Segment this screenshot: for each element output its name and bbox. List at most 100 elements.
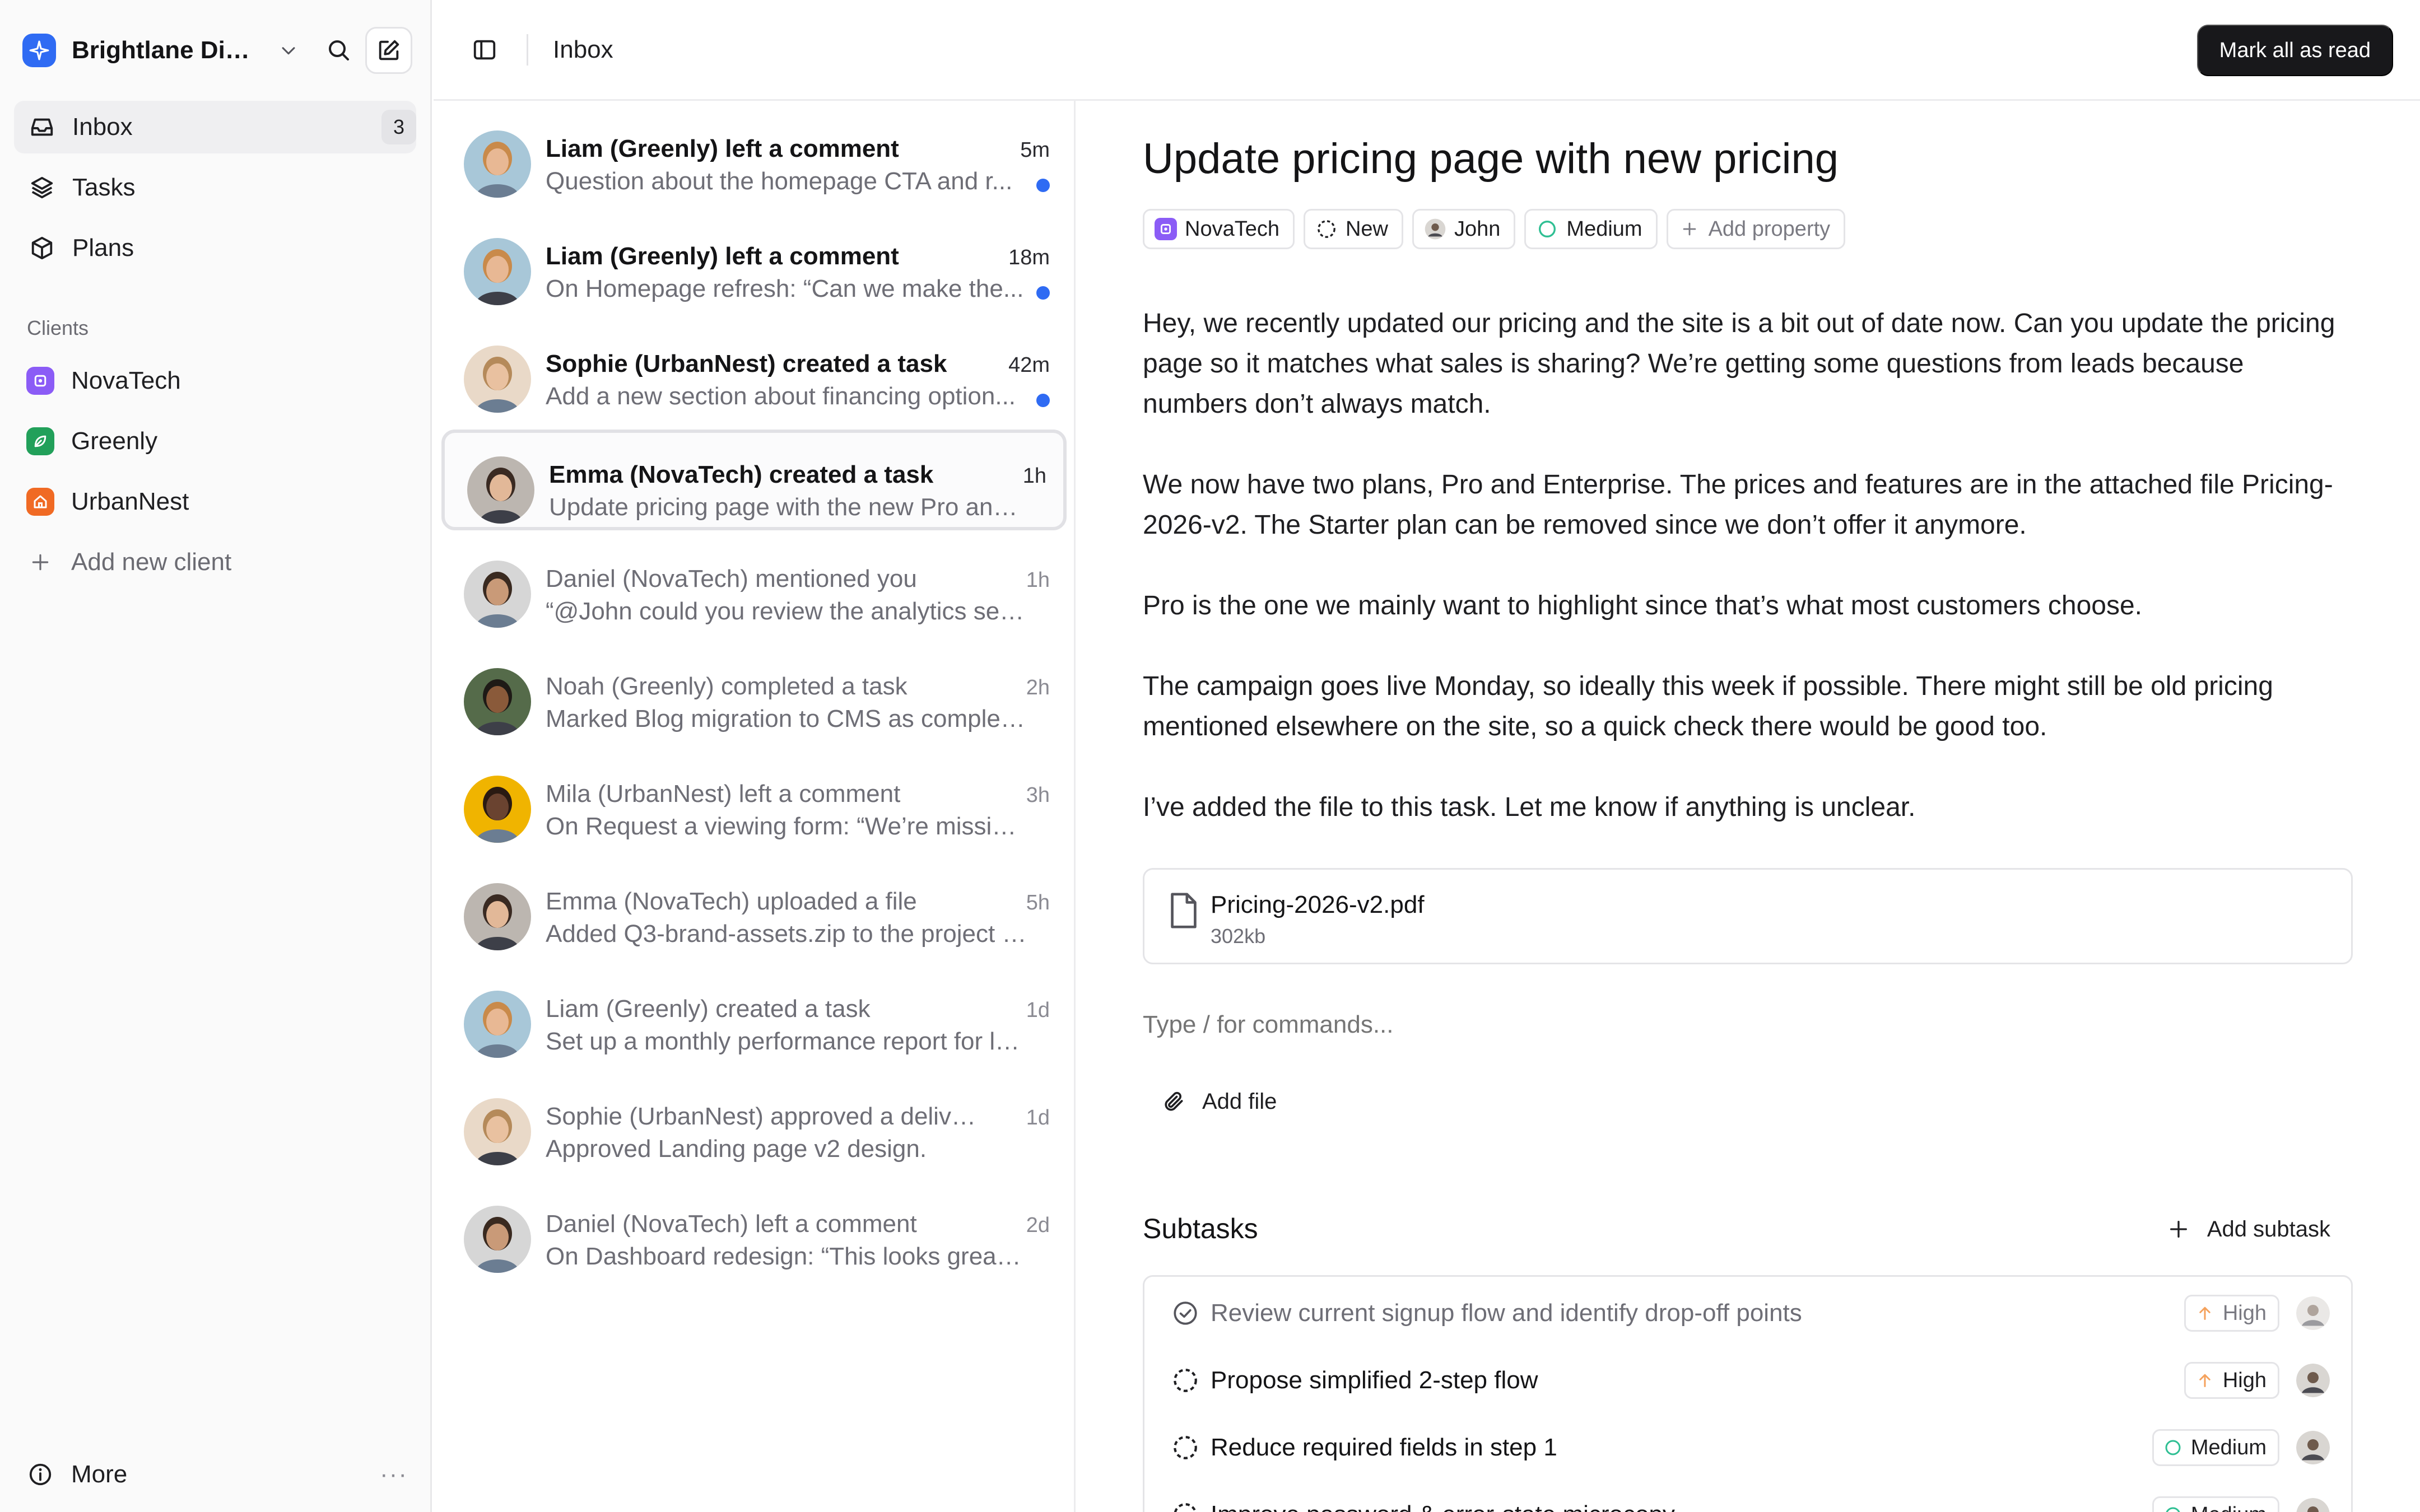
inbox-item-time: 5m <box>1020 138 1050 162</box>
inbox-list-item[interactable]: Daniel (NovaTech) mentioned you 1h “@John … <box>441 537 1067 638</box>
subtask-priority-label: Medium <box>2190 1435 2267 1459</box>
attachment-card[interactable]: Pricing-2026-v2.pdf 302kb <box>1143 868 2353 964</box>
inbox-list-item[interactable]: Liam (Greenly) left a comment 5m Question … <box>441 107 1067 208</box>
medium-priority-icon <box>1536 218 1558 240</box>
priority-property[interactable]: Medium <box>1524 209 1658 249</box>
task-title[interactable]: Update pricing page with new pricing <box>1143 134 1839 183</box>
more-options-icon[interactable]: ··· <box>380 1460 408 1488</box>
inbox-list-item[interactable]: Noah (Greenly) completed a task 2h Marked … <box>441 645 1067 745</box>
inbox-list-item[interactable]: Liam (Greenly) left a comment 18m On Homep… <box>441 214 1067 315</box>
inbox-list-item[interactable]: Sophie (UrbanNest) approved a deliverabl… <box>441 1075 1067 1175</box>
sidebar-item-greenly[interactable]: Greenly <box>14 415 416 468</box>
subtasks-heading: Subtasks <box>1143 1213 1258 1244</box>
inbox-list-item[interactable]: Emma (NovaTech) uploaded a file 5h Added Q… <box>441 860 1067 960</box>
subtask-row[interactable]: Reduce required fields in step 1 Medium <box>1144 1414 2351 1481</box>
subtask-priority-pill[interactable]: Medium <box>2152 1496 2279 1512</box>
inbox-item-preview: Add a new section about financing option… <box>546 382 1016 410</box>
home-icon <box>26 488 54 516</box>
status-dashed-circle-icon[interactable] <box>1171 1434 1199 1462</box>
inbox-list-item[interactable]: Sophie (UrbanNest) created a task 42m Add … <box>441 322 1067 423</box>
client-property[interactable]: NovaTech <box>1143 209 1295 249</box>
subtask-row[interactable]: Review current signup flow and identify … <box>1144 1280 2351 1347</box>
task-description[interactable]: Hey, we recently updated our pricing and… <box>1143 304 2347 868</box>
avatar <box>464 668 531 735</box>
inbox-item-time: 2d <box>1026 1214 1050 1237</box>
chevron-down-icon[interactable] <box>274 36 302 64</box>
info-icon <box>26 1460 54 1488</box>
plus-icon <box>1678 218 1701 240</box>
inbox-item-time: 1d <box>1026 1106 1050 1130</box>
sidebar-toggle-icon[interactable] <box>465 30 504 69</box>
inbox-item-time: 42m <box>1008 353 1050 377</box>
inbox-list-item[interactable]: Emma (NovaTech) created a task 1h Update p… <box>441 430 1067 530</box>
add-property-label: Add property <box>1708 217 1831 241</box>
unread-indicator <box>1036 179 1050 192</box>
inbox-list-item[interactable]: Daniel (NovaTech) left a comment 2d On Das… <box>441 1182 1067 1283</box>
inbox-item-title: Liam (Greenly) created a task <box>546 995 871 1023</box>
subtask-row[interactable]: Improve password & error-state microcopy… <box>1144 1481 2351 1512</box>
sidebar-item-label: Plans <box>72 234 134 262</box>
inbox-item-title: Sophie (UrbanNest) created a task <box>546 350 947 377</box>
workspace-logo-icon[interactable] <box>22 34 56 67</box>
status-dashed-circle-icon[interactable] <box>1171 1501 1199 1512</box>
add-file-button[interactable]: Add file <box>1160 1088 1277 1116</box>
assignee-property[interactable]: John <box>1412 209 1516 249</box>
search-icon[interactable] <box>319 31 359 70</box>
assignee-property-label: John <box>1454 217 1501 241</box>
inbox-list-item[interactable]: Liam (Greenly) created a task 1d Set up a … <box>441 967 1067 1068</box>
subtask-row[interactable]: Propose simplified 2-step flow High <box>1144 1347 2351 1414</box>
avatar[interactable] <box>2296 1498 2330 1512</box>
task-properties: NovaTech New John Medium Add property <box>1143 209 1846 249</box>
client-property-label: NovaTech <box>1185 217 1279 241</box>
unread-indicator <box>1036 286 1050 300</box>
inbox-item-preview: Approved Landing page v2 design. <box>546 1135 927 1163</box>
inbox-item-preview: On Request a viewing form: “We’re missin… <box>546 813 1027 840</box>
sidebar: Brightlane Digi... Inbox 3 Tasks Plans C… <box>0 0 432 1512</box>
subtask-priority-pill[interactable]: Medium <box>2152 1429 2279 1466</box>
inbox-item-preview: Question about the homepage CTA and r... <box>546 167 1013 195</box>
inbox-item-time: 1d <box>1026 998 1050 1022</box>
description-paragraph: I’ve added the file to this task. Let me… <box>1143 792 1916 822</box>
sidebar-item-more[interactable]: More ··· <box>26 1448 408 1501</box>
inbox-item-time: 1h <box>1026 568 1050 592</box>
status-dashed-circle-icon[interactable] <box>1171 1366 1199 1394</box>
sidebar-item-tasks[interactable]: Tasks <box>14 161 416 214</box>
description-paragraph: Pro is the one we mainly want to highlig… <box>1143 591 2142 620</box>
priority-property-label: Medium <box>1566 217 1642 241</box>
arrow-up-icon <box>2195 1370 2215 1390</box>
sidebar-item-plans[interactable]: Plans <box>14 222 416 274</box>
subtask-label: Improve password & error-state microcopy <box>1211 1501 1675 1512</box>
add-file-label: Add file <box>1202 1089 1277 1114</box>
inbox-list-item[interactable]: Mila (UrbanNest) left a comment 3h On Requ… <box>441 752 1067 853</box>
avatar[interactable] <box>2296 1364 2330 1397</box>
workspace-name[interactable]: Brightlane Digi... <box>72 36 262 64</box>
inbox-item-title: Sophie (UrbanNest) approved a deliverabl… <box>546 1103 983 1130</box>
sidebar-item-novatech[interactable]: NovaTech <box>14 354 416 407</box>
novatech-logo-icon <box>26 367 54 395</box>
inbox-item-preview: On Homepage refresh: “Can we make the... <box>546 275 1024 302</box>
comment-input[interactable] <box>1143 1011 2151 1039</box>
avatar[interactable] <box>2296 1431 2330 1464</box>
check-circle-icon[interactable] <box>1171 1299 1199 1327</box>
avatar <box>464 1098 531 1165</box>
page-title: Inbox <box>553 35 613 63</box>
sidebar-item-inbox[interactable]: Inbox 3 <box>14 101 416 153</box>
status-property[interactable]: New <box>1303 209 1404 249</box>
client-label: UrbanNest <box>71 488 189 515</box>
subtask-priority-pill[interactable]: High <box>2184 1295 2279 1332</box>
add-property-button[interactable]: Add property <box>1666 209 1846 249</box>
avatar <box>464 883 531 950</box>
inbox-count-badge: 3 <box>381 110 416 144</box>
sidebar-item-urbannest[interactable]: UrbanNest <box>14 475 416 528</box>
avatar <box>464 238 531 305</box>
add-new-client-button[interactable]: Add new client <box>14 536 416 589</box>
add-subtask-button[interactable]: Add subtask <box>2165 1215 2330 1243</box>
compose-icon[interactable] <box>365 27 412 74</box>
sidebar-nav: Inbox 3 Tasks Plans <box>14 101 416 282</box>
avatar[interactable] <box>2296 1296 2330 1330</box>
subtask-priority-label: High <box>2222 1368 2267 1392</box>
mark-all-read-button[interactable]: Mark all as read <box>2196 25 2393 76</box>
topbar: Inbox Mark all as read <box>434 0 2420 101</box>
status-property-label: New <box>1345 217 1389 241</box>
subtask-priority-pill[interactable]: High <box>2184 1362 2279 1399</box>
